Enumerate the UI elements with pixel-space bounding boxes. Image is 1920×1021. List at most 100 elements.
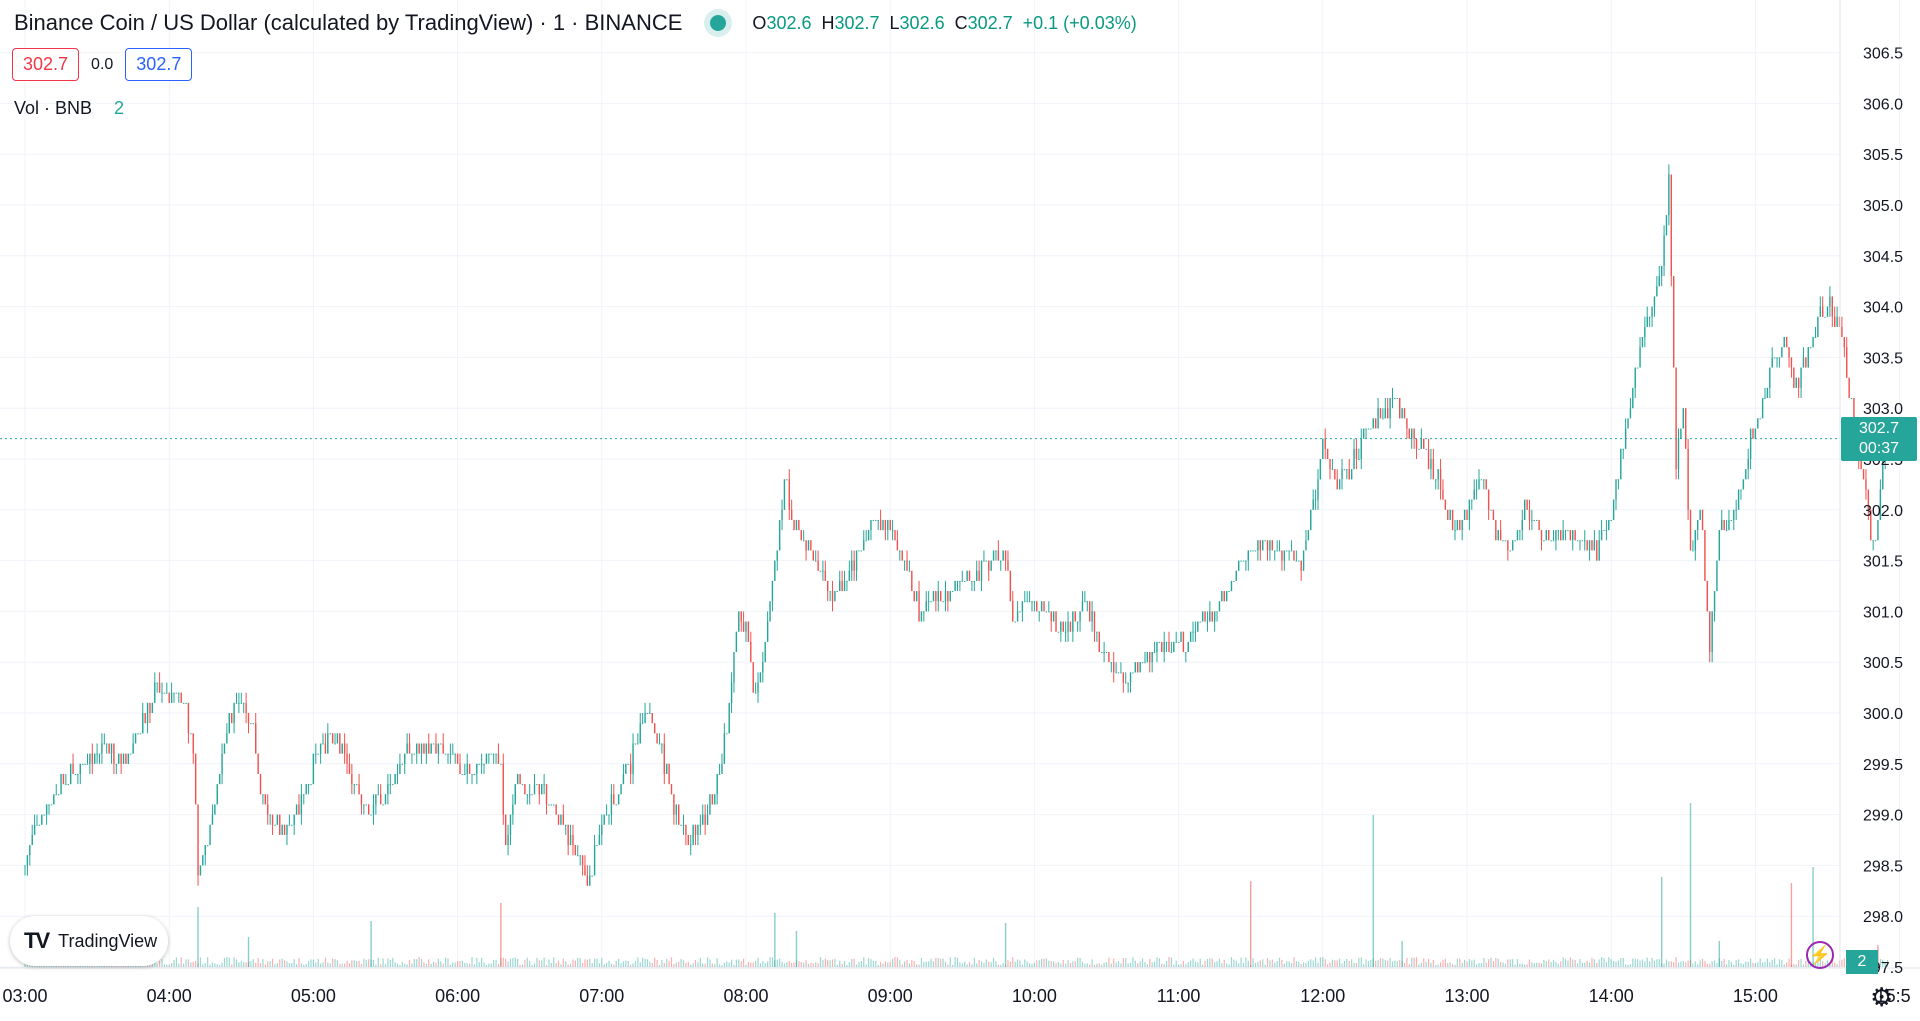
candle-body [565, 824, 567, 826]
candle-body [1444, 499, 1447, 510]
candle-body [1108, 652, 1110, 663]
candle-body [560, 814, 562, 825]
volume-bar [459, 961, 461, 967]
candle-body [887, 519, 889, 531]
candle-body [243, 702, 245, 704]
candle-body [379, 794, 382, 805]
buy-button[interactable]: 302.7 [125, 48, 193, 81]
volume-bar [1262, 959, 1264, 967]
volume-bar [171, 963, 173, 967]
price-chart[interactable]: 306.5306.0305.5305.0304.5304.0303.5303.0… [0, 0, 1920, 1021]
volume-bar [1641, 959, 1644, 967]
candle-body [867, 530, 870, 541]
candle-body [1307, 530, 1310, 541]
candle-body [846, 580, 848, 582]
candle-body [108, 743, 110, 754]
time-tick-label: 14:00 [1589, 986, 1634, 1006]
candle-body [1800, 367, 1802, 388]
candle-body [1608, 519, 1610, 531]
tradingview-logo[interactable]: TV TradingView [10, 916, 168, 966]
ohlc-values: O302.6 H302.7 L302.6 C302.7 +0.1 (+0.03%… [752, 13, 1136, 34]
volume-bar [1091, 959, 1093, 967]
lightning-icon[interactable]: ⚡ [1806, 941, 1834, 969]
candle-body [358, 784, 360, 795]
candle-body [125, 753, 127, 764]
volume-bar [1365, 959, 1367, 967]
candle-body [1809, 347, 1812, 349]
volume-bar [1478, 962, 1480, 967]
candle-body [120, 753, 122, 764]
volume-bar [1497, 958, 1499, 967]
volume-bar [1492, 961, 1495, 967]
sell-button[interactable]: 302.7 [12, 48, 80, 81]
candle-body [471, 773, 473, 775]
candle-body [267, 804, 269, 815]
candle-body [1478, 479, 1480, 490]
candle-body [1211, 611, 1213, 622]
candle-body [718, 773, 721, 775]
candle-body [1305, 540, 1307, 551]
symbol-title[interactable]: Binance Coin / US Dollar (calculated by … [14, 10, 682, 36]
candle-body [485, 753, 488, 764]
volume-bar [344, 963, 346, 967]
candle-body [110, 743, 113, 754]
price-axis[interactable]: 306.5306.0305.5305.0304.5304.0303.5303.0… [1863, 46, 1903, 977]
candle-body [1807, 347, 1809, 368]
volume-bar [562, 958, 564, 967]
volume-bar [1021, 964, 1023, 967]
volume-bar [300, 963, 302, 967]
candle-body [1048, 611, 1050, 613]
volume-bar [271, 958, 274, 967]
time-axis[interactable]: 03:00 04:00 05:00 06:00 07:00 08:00 09:00 10:00… [2, 986, 1910, 1006]
volume-bar [1430, 962, 1432, 967]
candle-body [964, 580, 966, 582]
volume-bar [740, 961, 742, 967]
volume-bar [519, 964, 521, 967]
volume-bar [1079, 957, 1081, 967]
volume-bar [1105, 962, 1108, 967]
gear-icon[interactable]: ⚙ [1870, 982, 1893, 1013]
candle-body [1759, 418, 1761, 420]
volume-bar [394, 962, 396, 967]
volume-bar [730, 959, 733, 967]
volume-bar [1545, 961, 1547, 967]
volume-bar [639, 962, 641, 967]
candle-body [1382, 418, 1384, 420]
candle-body [1535, 519, 1538, 521]
volume-bar [358, 960, 360, 967]
candle-body [1358, 459, 1360, 460]
candle-body [548, 804, 550, 806]
candle-body [1761, 398, 1764, 419]
volume-bar [988, 961, 990, 967]
candle-body [45, 804, 48, 815]
volume-bar [411, 963, 413, 967]
candle-body [418, 743, 420, 754]
volume-legend[interactable]: Vol · BNB 2 [14, 98, 124, 119]
candle-body [151, 702, 154, 713]
volume-bar [1764, 961, 1766, 967]
candle-body [228, 713, 230, 734]
volume-bar [610, 963, 613, 967]
volume-bar [923, 961, 925, 967]
candle-body [283, 824, 286, 835]
candle-body [769, 601, 771, 622]
volume-bar [1233, 959, 1235, 967]
candle-body [622, 773, 625, 785]
candle-body [937, 591, 939, 602]
candle-body [776, 550, 778, 561]
candle-body [146, 702, 149, 724]
grid-lines [0, 0, 1901, 968]
candle-body [584, 865, 586, 876]
volume-bar [204, 963, 206, 967]
candle-body [1841, 326, 1843, 338]
candle-body [1603, 530, 1605, 532]
volume-bar [478, 962, 480, 967]
candle-body [944, 591, 947, 602]
volume-bar [791, 962, 793, 967]
candle-body [1254, 550, 1257, 552]
candle-body [166, 692, 168, 694]
price-tick-label: 305.0 [1863, 198, 1903, 215]
time-tick-label: 12:00 [1300, 986, 1345, 1006]
candle-body [759, 672, 762, 683]
candle-body [36, 824, 38, 826]
